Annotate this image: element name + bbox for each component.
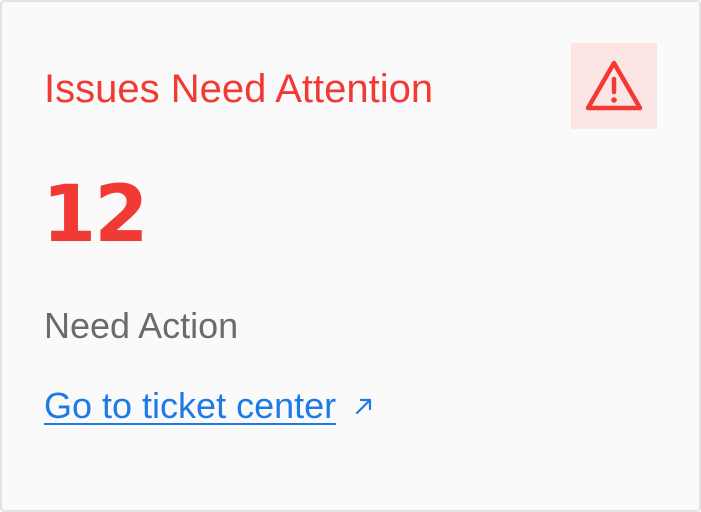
count-subtitle: Need Action	[44, 305, 239, 346]
issues-card: Issues Need Attention 12 Need Action Go …	[0, 0, 701, 512]
ticket-center-link-label[interactable]: Go to ticket center	[44, 384, 336, 428]
warning-triangle-icon	[584, 59, 644, 113]
alert-badge	[571, 43, 657, 129]
card-title: Issues Need Attention	[44, 67, 434, 111]
external-arrow-icon[interactable]	[354, 396, 374, 416]
issue-count: 12	[42, 170, 149, 260]
ticket-center-link[interactable]: Go to ticket center	[44, 384, 374, 428]
